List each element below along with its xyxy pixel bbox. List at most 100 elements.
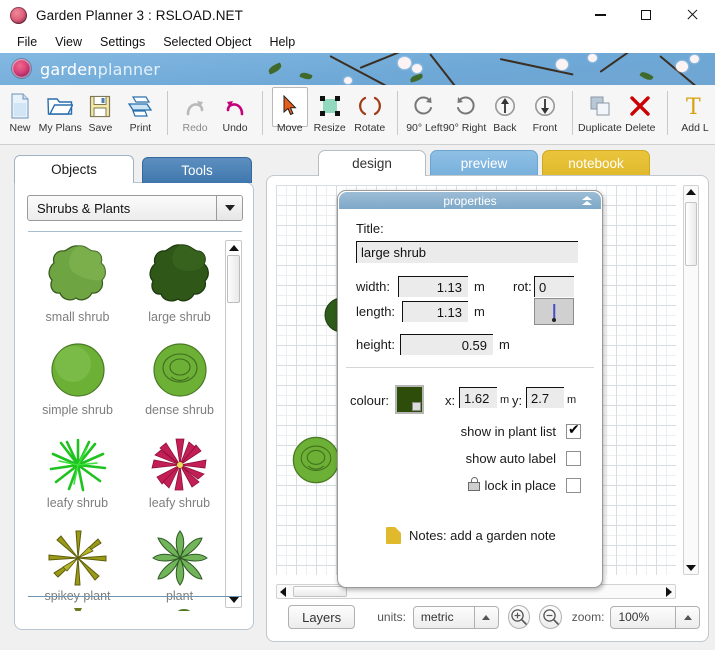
application-window: Garden Planner 3 : RSLOAD.NET File View … [0, 0, 715, 650]
toolbar-my-plans-button[interactable]: My Plans [40, 85, 80, 142]
toolbar-move-button[interactable]: Move [270, 85, 310, 142]
object-item-spikey-plant[interactable]: spikey plant [27, 517, 128, 603]
category-select[interactable]: Shrubs & Plants [27, 195, 243, 221]
minimize-button[interactable] [577, 0, 623, 31]
object-item-leafy-shrub-red[interactable]: leafy shrub [129, 424, 230, 510]
toolbar-duplicate-button[interactable]: Duplicate [580, 85, 621, 142]
toolbar-new-button[interactable]: New [0, 85, 40, 142]
canvas-scroll-up-button[interactable] [684, 186, 698, 198]
menu-bar: File View Settings Selected Object Help [0, 31, 715, 53]
objects-scrollbar[interactable] [225, 240, 242, 608]
category-select-button[interactable] [216, 196, 242, 220]
units-label: units: [377, 610, 406, 624]
cursor-arrow-icon [282, 91, 298, 121]
x-input[interactable]: 1.62 [459, 387, 497, 408]
rot-input[interactable]: 0 [534, 276, 574, 297]
objects-panel-body: Shrubs & Plants small shrub large shrub [14, 182, 254, 630]
canvas-vertical-scrollbar[interactable] [683, 185, 699, 575]
toolbar-label: Save [88, 122, 112, 134]
toolbar-redo-button[interactable]: Redo [175, 85, 215, 142]
show-in-plant-list-label: show in plant list [461, 424, 556, 439]
tab-preview[interactable]: preview [430, 150, 538, 176]
object-item-partial[interactable] [27, 604, 128, 611]
units-select-button[interactable] [474, 607, 498, 628]
toolbar-resize-button[interactable]: Resize [310, 85, 350, 142]
menu-item-settings[interactable]: Settings [91, 33, 154, 51]
zoom-out-button[interactable] [539, 605, 562, 629]
layers-button[interactable]: Layers [288, 605, 355, 629]
menu-item-help[interactable]: Help [260, 33, 304, 51]
scrollbar-thumb[interactable] [227, 255, 240, 303]
toolbar-label: Undo [223, 122, 248, 134]
rotation-dial[interactable] [534, 298, 574, 325]
canvas-object-dense-shrub[interactable] [288, 433, 344, 492]
zoom-select-button[interactable] [675, 607, 699, 628]
maximize-button[interactable] [623, 0, 669, 31]
length-input[interactable]: 1.13 [402, 301, 468, 322]
toolbar-rotate-button[interactable]: Rotate [350, 85, 390, 142]
show-auto-label-label: show auto label [466, 451, 556, 466]
notes-label: Notes: add a garden note [409, 528, 556, 543]
lock-in-place-checkbox[interactable] [566, 478, 581, 493]
toolbar-rotate-right-button[interactable]: 90° Right [444, 85, 485, 142]
toolbar-rotate-left-button[interactable]: 90° Left [404, 85, 444, 142]
menu-item-view[interactable]: View [46, 33, 91, 51]
object-item-simple-shrub[interactable]: simple shrub [27, 331, 128, 417]
properties-title-bar[interactable]: properties [339, 192, 601, 209]
canvas-scroll-right-button[interactable] [663, 585, 675, 598]
object-item-large-shrub[interactable]: large shrub [129, 238, 230, 324]
toolbar-back-button[interactable]: Back [485, 85, 525, 142]
width-input[interactable]: 1.13 [398, 276, 468, 297]
y-input[interactable]: 2.7 [526, 387, 564, 408]
partial-plant-icon [27, 604, 128, 611]
collapse-up-icon[interactable] [581, 195, 592, 206]
toolbar-delete-button[interactable]: Delete [620, 85, 660, 142]
show-in-plant-list-checkbox[interactable] [566, 424, 581, 439]
units-select[interactable]: metric [413, 606, 499, 629]
toolbar-print-button[interactable]: Print [120, 85, 160, 142]
canvas-hscroll-thumb[interactable] [293, 586, 347, 597]
close-button[interactable] [669, 0, 715, 31]
tab-design[interactable]: design [318, 150, 426, 176]
menu-item-file[interactable]: File [8, 33, 46, 51]
object-item-label: large shrub [129, 310, 230, 324]
toolbar-label: Duplicate [578, 122, 622, 134]
height-input[interactable]: 0.59 [400, 334, 493, 355]
zoom-in-button[interactable] [508, 605, 531, 629]
tab-notebook[interactable]: notebook [542, 150, 650, 176]
menu-item-selected-object[interactable]: Selected Object [154, 33, 260, 51]
object-item-leafy-shrub-green[interactable]: leafy shrub [27, 424, 128, 510]
canvas-scroll-left-button[interactable] [277, 585, 289, 598]
title-input[interactable]: large shrub [356, 241, 578, 263]
window-controls [577, 0, 715, 31]
tab-objects[interactable]: Objects [14, 155, 134, 183]
notes-link[interactable]: Notes: add a garden note [386, 527, 556, 544]
blossom-decoration [588, 54, 597, 62]
toolbar-add-label-button[interactable]: T Add L [675, 85, 715, 142]
toolbar-separator [167, 91, 168, 135]
toolbar-undo-button[interactable]: Undo [215, 85, 255, 142]
svg-text:T: T [686, 95, 701, 118]
object-item-dense-shrub[interactable]: dense shrub [129, 331, 230, 417]
objects-grid: small shrub large shrub simple shrub [27, 238, 230, 611]
object-item-partial[interactable] [129, 604, 230, 611]
canvas-scroll-down-button[interactable] [684, 562, 698, 574]
floppy-disk-icon [89, 91, 111, 121]
note-page-icon [386, 527, 401, 544]
colour-swatch[interactable] [395, 385, 424, 414]
flower-logo-icon [10, 7, 27, 24]
zoom-select[interactable]: 100% [610, 606, 700, 629]
show-auto-label-checkbox[interactable] [566, 451, 581, 466]
object-item-small-shrub[interactable]: small shrub [27, 238, 128, 324]
toolbar-save-button[interactable]: Save [80, 85, 120, 142]
y-unit: m [567, 394, 576, 406]
properties-dialog: properties Title: large shrub width: 1.1… [337, 190, 603, 588]
scroll-up-button[interactable] [226, 241, 241, 255]
toolbar-front-button[interactable]: Front [525, 85, 565, 142]
width-label: width: [356, 279, 390, 294]
tab-tools[interactable]: Tools [142, 157, 252, 183]
new-document-icon [10, 91, 30, 121]
object-item-plant[interactable]: plant [129, 517, 230, 603]
canvas-vscroll-thumb[interactable] [685, 202, 697, 266]
rot-label: rot: [513, 279, 532, 294]
